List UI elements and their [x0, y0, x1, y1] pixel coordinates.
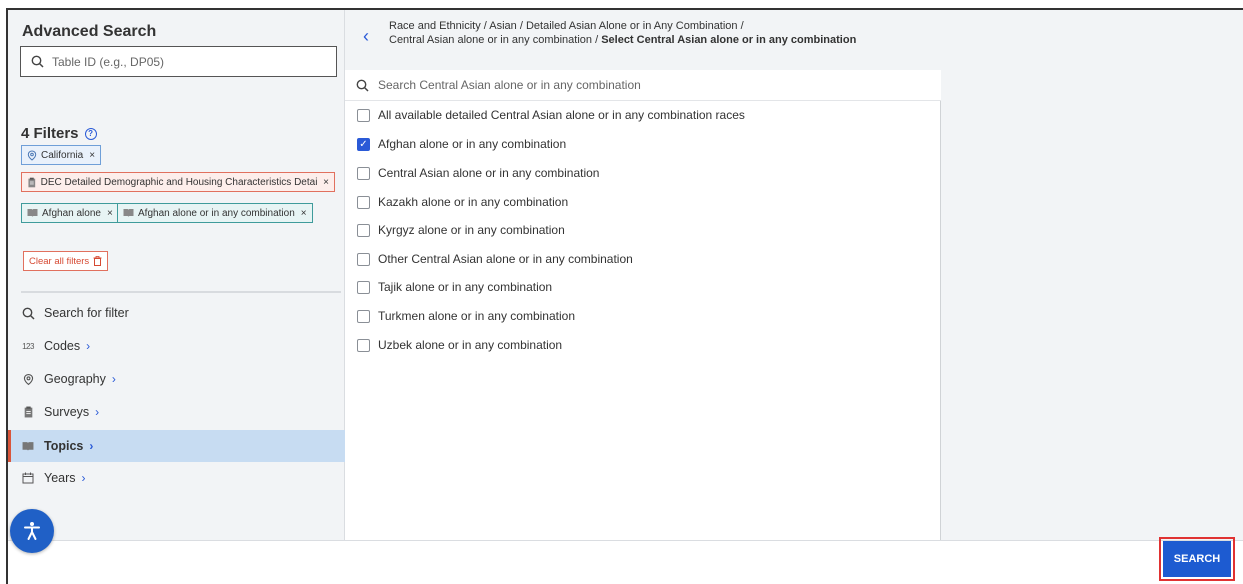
checkbox[interactable]	[357, 108, 370, 122]
breadcrumb-line-1: Race and Ethnicity / Asian / Detailed As…	[389, 20, 744, 32]
location-pin-icon	[20, 373, 36, 386]
table-id-input[interactable]: Table ID (e.g., DP05)	[20, 46, 337, 77]
breadcrumb-line-2: Central Asian alone or in any combinatio…	[389, 34, 856, 46]
remove-chip-icon[interactable]: ×	[107, 208, 113, 219]
nav-label: Codes	[44, 339, 81, 353]
remove-chip-icon[interactable]: ×	[301, 208, 307, 219]
checkbox-option[interactable]: Kazakh alone or in any combination	[357, 195, 568, 209]
book-icon	[123, 209, 134, 217]
checkbox[interactable]	[357, 252, 370, 266]
checkbox[interactable]	[357, 195, 370, 209]
chevron-right-icon: ›	[86, 339, 91, 353]
calendar-icon	[20, 472, 36, 484]
remove-chip-icon[interactable]: ×	[89, 150, 95, 161]
nav-geography[interactable]: Geography ›	[8, 363, 345, 395]
nav-search-for-filter[interactable]: Search for filter	[8, 297, 345, 329]
breadcrumb-current: Select Central Asian alone or in any com…	[601, 34, 857, 46]
divider	[21, 291, 341, 293]
chevron-right-icon: ›	[111, 372, 116, 386]
checkbox-option[interactable]: Uzbek alone or in any combination	[357, 338, 562, 352]
topic-selection-panel: ‹ Race and Ethnicity / Asian / Detailed …	[345, 10, 941, 540]
chevron-right-icon: ›	[89, 439, 94, 453]
trash-icon	[93, 256, 102, 266]
chevron-right-icon: ›	[81, 471, 86, 485]
accessibility-icon	[24, 522, 40, 540]
nav-label: Surveys	[44, 405, 90, 419]
accessibility-button[interactable]	[10, 509, 54, 553]
checkbox-option[interactable]: Central Asian alone or in any combinatio…	[357, 166, 599, 180]
nav-surveys[interactable]: Surveys ›	[8, 396, 345, 428]
help-icon[interactable]: ?	[84, 127, 97, 140]
nav-label: Geography	[44, 372, 106, 386]
option-label: Central Asian alone or in any combinatio…	[378, 166, 600, 180]
checkbox-option[interactable]: Tajik alone or in any combination	[357, 280, 552, 294]
location-pin-icon	[27, 149, 37, 161]
checkbox-option[interactable]: Kyrgyz alone or in any combination	[357, 223, 565, 237]
clear-all-filters-button[interactable]: Clear all filters	[23, 251, 109, 271]
nav-years[interactable]: Years ›	[8, 462, 345, 494]
nav-label: Topics	[44, 439, 84, 453]
filter-chip-survey[interactable]: DEC Detailed Demographic and Housing Cha…	[21, 172, 335, 192]
checkbox-option[interactable]: Other Central Asian alone or in any comb…	[357, 252, 633, 266]
clipboard-icon	[28, 177, 36, 187]
nav-label: Search for filter	[44, 306, 129, 320]
filters-count-heading: 4 Filters ?	[21, 125, 97, 142]
book-icon	[20, 441, 36, 452]
option-label: Kazakh alone or in any combination	[378, 195, 569, 209]
option-label: Kyrgyz alone or in any combination	[378, 223, 565, 237]
breadcrumb: ‹ Race and Ethnicity / Asian / Detailed …	[345, 10, 941, 70]
filters-count-label: 4 Filters	[21, 125, 79, 142]
filter-chip-topic-afghan-alone[interactable]: Afghan alone ×	[21, 203, 119, 223]
checkbox[interactable]	[357, 223, 370, 237]
search-icon	[20, 307, 36, 320]
topic-search-input[interactable]: Search Central Asian alone or in any com…	[345, 70, 941, 101]
option-label: Afghan alone or in any combination	[378, 137, 567, 151]
chevron-right-icon: ›	[95, 405, 100, 419]
nav-label: Years	[44, 471, 76, 485]
nav-codes[interactable]: 123 Codes ›	[8, 330, 345, 362]
right-empty-panel	[941, 10, 1243, 540]
search-icon	[356, 79, 369, 92]
checkbox[interactable]	[357, 280, 370, 294]
option-label: Other Central Asian alone or in any comb…	[378, 252, 633, 266]
filter-chip-label: Afghan alone	[42, 207, 101, 219]
option-label: Turkmen alone or in any combination	[378, 309, 575, 323]
filter-chip-topic-afghan-any[interactable]: Afghan alone or in any combination ×	[117, 203, 313, 223]
option-label: Tajik alone or in any combination	[378, 280, 553, 294]
filter-chip-label: California	[41, 149, 84, 161]
checkbox[interactable]	[357, 309, 370, 323]
remove-chip-icon[interactable]: ×	[323, 177, 329, 188]
bottom-bar	[8, 540, 1243, 584]
checkbox-checked[interactable]: ✓	[357, 137, 370, 151]
checkbox-option[interactable]: ✓ Afghan alone or in any combination	[357, 137, 566, 151]
filter-chip-geography[interactable]: California ×	[21, 145, 102, 165]
filter-chip-label: Afghan alone or in any combination	[138, 207, 295, 219]
table-id-placeholder: Table ID (e.g., DP05)	[52, 54, 165, 69]
checkbox-option[interactable]: Turkmen alone or in any combination	[357, 309, 575, 323]
clear-all-label: Clear all filters	[29, 255, 90, 267]
chevron-left-icon[interactable]: ‹	[363, 26, 369, 47]
option-label: All available detailed Central Asian alo…	[378, 108, 745, 122]
topic-search-placeholder: Search Central Asian alone or in any com…	[378, 78, 641, 92]
advanced-search-panel: Advanced Search Table ID (e.g., DP05) 4 …	[8, 10, 345, 540]
search-button[interactable]: SEARCH	[1163, 541, 1231, 577]
search-icon	[31, 55, 44, 68]
breadcrumb-parent[interactable]: Central Asian alone or in any combinatio…	[389, 34, 601, 46]
checkbox[interactable]	[357, 166, 370, 180]
clipboard-icon	[20, 406, 36, 418]
advanced-search-title: Advanced Search	[22, 23, 157, 40]
book-icon	[27, 209, 38, 217]
filter-chip-label: DEC Detailed Demographic and Housing Cha…	[40, 176, 318, 188]
option-label: Uzbek alone or in any combination	[378, 338, 563, 352]
nav-topics[interactable]: Topics ›	[8, 430, 345, 462]
checkbox-option[interactable]: All available detailed Central Asian alo…	[357, 108, 745, 122]
codes-icon: 123	[22, 341, 34, 351]
checkbox[interactable]	[357, 338, 370, 352]
